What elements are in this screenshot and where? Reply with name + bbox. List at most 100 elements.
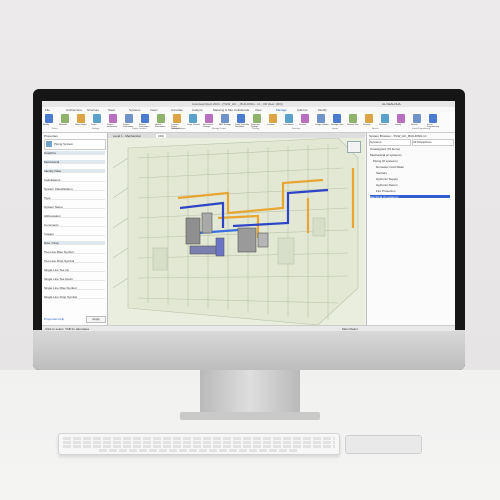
- ribbon-button-macros[interactable]: Macros: [411, 114, 421, 126]
- 3d-building-model: [112, 137, 359, 326]
- ribbon-group-label: Macros: [372, 128, 379, 130]
- ribbon-button-label: Panel Schedule Templates: [235, 124, 250, 128]
- property-row[interactable]: Two Line Drop Symbol: [44, 259, 105, 263]
- ribbon-button-purge-unused[interactable]: Purge Unused: [187, 114, 200, 126]
- ribbon-button-label: Project Information: [107, 124, 118, 128]
- user-name[interactable]: AL.KEALOHA: [382, 102, 401, 106]
- ribbon-button-label: Object Styles: [75, 124, 87, 126]
- apply-button[interactable]: Apply: [86, 316, 106, 323]
- ribbon-button-phasing[interactable]: Phasing: [363, 114, 373, 126]
- ribbon-group-label: Selection: [292, 128, 301, 130]
- ribbon-button-label: Manage Links: [331, 124, 344, 126]
- property-row[interactable]: Rise / Drop: [44, 241, 105, 245]
- ribbon-button-design-options[interactable]: Design Options: [315, 114, 329, 126]
- system-tree-item[interactable]: Piping (8 systems): [373, 159, 398, 163]
- property-row[interactable]: Single Line Tee Down: [44, 277, 105, 281]
- properties-palette: Properties Piping System Graphics Mechani…: [42, 133, 108, 325]
- ribbon-button-modify[interactable]: Modify: [43, 114, 53, 126]
- ribbon-group-label: Select: [52, 128, 58, 130]
- keyboard: [58, 433, 340, 455]
- window-title: Autodesk Revit 2024 - [TGW_HC..._BUILDIN…: [192, 102, 283, 106]
- ribbon-button-panel-schedule-templates[interactable]: Panel Schedule Templates: [235, 114, 249, 128]
- ribbon-button-visual-programming[interactable]: Visual Programming: [427, 114, 439, 128]
- systems-filter-dropdown[interactable]: Systems: [369, 139, 411, 146]
- ribbon-button-structural-settings[interactable]: Structural Settings: [251, 114, 261, 128]
- ribbon-button-label: Global Parameters: [155, 124, 166, 128]
- ribbon-button-project-parameters[interactable]: Project Parameters: [123, 114, 133, 128]
- type-selector[interactable]: Piping System: [44, 139, 106, 150]
- ribbon-button-shared-parameters[interactable]: Shared Parameters: [139, 114, 149, 128]
- ribbon-group-label: Visual Programming: [412, 128, 430, 130]
- property-row[interactable]: Graphics: [44, 151, 105, 155]
- systems-filter-value: Systems: [370, 140, 382, 144]
- trackpad: [345, 435, 422, 454]
- ribbon-button-inquiry[interactable]: Inquiry: [395, 114, 405, 126]
- system-tree-item[interactable]: Unassigned (76 items): [370, 147, 400, 151]
- ribbon-button-label: Inquiry: [395, 124, 402, 126]
- ribbon-button-label: Position: [299, 124, 307, 126]
- ribbon-button-label: Phasing: [363, 124, 371, 126]
- system-tree-item[interactable]: Hydronic Return: [376, 183, 398, 187]
- ribbon-group-label: Manage Project: [212, 128, 227, 130]
- property-row[interactable]: Single Line Tee Up: [44, 268, 105, 272]
- system-tree-item[interactable]: Fire Protection: [376, 189, 396, 193]
- properties-help-link[interactable]: Properties help: [44, 317, 64, 321]
- property-row[interactable]: Type: [44, 196, 105, 200]
- viewcube-icon[interactable]: [347, 141, 361, 153]
- property-row[interactable]: Two Line Rise Symbol: [44, 250, 105, 254]
- property-row[interactable]: Abbreviation: [44, 214, 105, 218]
- property-row[interactable]: System Name: [44, 205, 105, 209]
- property-row[interactable]: Images: [44, 232, 105, 236]
- property-row[interactable]: Single Line Rise Symbol: [44, 286, 105, 290]
- ribbon-button-global-parameters[interactable]: Global Parameters: [155, 114, 165, 128]
- monitor-stand: [200, 370, 300, 416]
- property-row[interactable]: Single Line Drop Symbol: [44, 295, 105, 299]
- piping-system-icon: [46, 141, 52, 147]
- ribbon-button-label: Modify: [43, 124, 49, 126]
- active-workset[interactable]: Main Model: [342, 327, 358, 331]
- system-browser: System Browser - TGW_HC_BUILDING.rvt Sys…: [366, 133, 455, 325]
- system-tree-item[interactable]: Hydronic Supply: [376, 177, 398, 181]
- ribbon-button-label: Macros: [411, 124, 418, 126]
- property-row[interactable]: Mechanical: [44, 160, 105, 164]
- ribbon-button-mep-settings[interactable]: MEP Settings: [219, 114, 231, 126]
- ribbon-button-materials[interactable]: Materials: [59, 114, 69, 126]
- ribbon-button-label: Design Options: [315, 124, 329, 126]
- ribbon-button-selection[interactable]: Selection: [379, 114, 389, 126]
- ribbon-button-starting-view[interactable]: Starting View: [347, 114, 359, 126]
- status-hint: Click to select, TAB for alternates: [45, 327, 90, 331]
- type-name: Piping System: [54, 142, 74, 146]
- monitor-chin: [33, 330, 465, 370]
- ribbon-button-position[interactable]: Position: [299, 114, 309, 126]
- discipline-dropdown[interactable]: All Disciplines: [412, 139, 454, 146]
- ribbon-button-label: Coordinates: [283, 124, 294, 126]
- ribbon-group-label: Project Location: [132, 128, 147, 130]
- ribbon-button-transfer-project-standards[interactable]: Transfer Project Standards: [171, 114, 181, 130]
- ribbon-button-project-information[interactable]: Project Information: [107, 114, 117, 128]
- ribbon-button-object-styles[interactable]: Object Styles: [75, 114, 87, 126]
- ribbon-button-coordinates[interactable]: Coordinates: [283, 114, 294, 126]
- property-row[interactable]: System Classification: [44, 187, 105, 191]
- system-browser-title: System Browser - TGW_HC_BUILDING.rvt: [369, 134, 427, 138]
- system-tree-item[interactable]: Electrical (0 systems): [370, 195, 450, 199]
- monitor-foot: [180, 412, 320, 420]
- system-tree-item[interactable]: Domestic Cold Water: [376, 165, 404, 169]
- ribbon-button-label: Starting View: [347, 124, 359, 126]
- ribbon-button-manage-links[interactable]: Manage Links: [331, 114, 343, 126]
- system-tree-item[interactable]: Sanitary: [376, 171, 387, 175]
- ribbon-button-label: Selection: [379, 124, 388, 126]
- properties-title: Properties: [44, 134, 58, 138]
- property-row[interactable]: Calculations: [44, 178, 105, 182]
- property-row[interactable]: Comments: [44, 223, 105, 227]
- discipline-value: All Disciplines: [413, 140, 432, 144]
- system-tree-item[interactable]: Mechanical (2 systems): [370, 153, 402, 157]
- ribbon-button-label: MEP Settings: [219, 124, 232, 126]
- 3d-viewport[interactable]: [108, 137, 365, 326]
- ribbon-button-location[interactable]: Location: [267, 114, 277, 126]
- property-row[interactable]: Identity Data: [44, 169, 105, 173]
- ribbon-button-snaps[interactable]: Snaps: [91, 114, 101, 126]
- ribbon-button-label: Materials: [59, 124, 68, 126]
- revit-screen: Autodesk Revit 2024 - [TGW_HC..._BUILDIN…: [42, 101, 455, 331]
- ribbon-group-label: Settings: [92, 128, 100, 130]
- ribbon-button-mechanical-settings[interactable]: Mechanical Settings: [203, 114, 213, 128]
